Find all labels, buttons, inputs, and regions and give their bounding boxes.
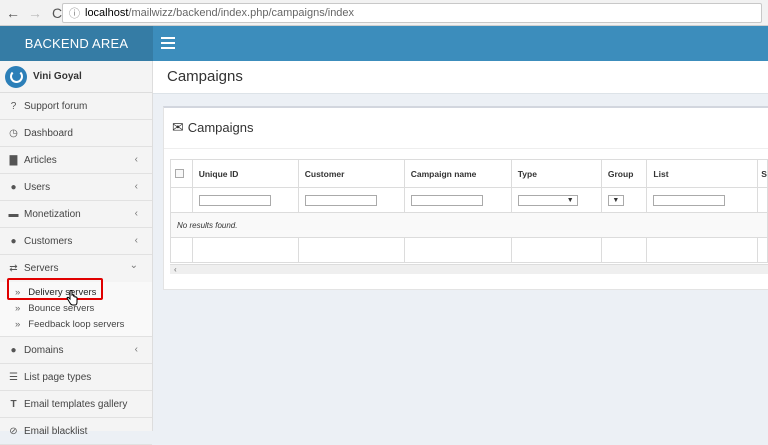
sidebar-item-label: Dashboard (24, 127, 73, 139)
sidebar-subitem-feedback-loop-servers[interactable]: » Feedback loop servers (0, 316, 152, 332)
chevron-down-icon: ⌄ (129, 260, 138, 271)
avatar (5, 65, 27, 88)
sidebar-item-label: Servers (24, 263, 59, 274)
sidebar-item-label: Articles (24, 154, 57, 166)
info-icon[interactable]: ⓘ (69, 5, 80, 21)
column-header-campaign-name[interactable]: Campaign name (403, 159, 512, 188)
url-path: /mailwizz/backend/index.php/campaigns/in… (128, 7, 355, 19)
divider (164, 148, 768, 149)
credit-card-icon: ▬ (8, 208, 19, 220)
annotation-highlight-box (7, 278, 103, 300)
group-filter-select[interactable]: ▼ (607, 194, 624, 206)
sidebar-item-email-blacklist[interactable]: ⊘ Email blacklist (0, 418, 152, 445)
address-bar[interactable]: ⓘ localhost/mailwizz/backend/index.php/c… (62, 3, 762, 23)
sidebar-item-monetization[interactable]: ▬ Monetization ‹ (0, 201, 152, 228)
sidebar-item-list-page-types[interactable]: ☰ List page types (0, 364, 152, 391)
sidebar-item-label: Domains (24, 344, 64, 356)
dashboard-icon: ◷ (9, 127, 18, 139)
ban-icon: ⊘ (9, 425, 18, 437)
sidebar-item-support-forum[interactable]: ? Support forum (0, 93, 152, 120)
chevron-left-icon: ‹ (134, 344, 138, 355)
user-icon: ● (10, 181, 17, 193)
question-circle-icon: ? (10, 100, 17, 112)
dropdown-arrow-icon: ▼ (612, 196, 620, 204)
sidebar-item-label: Customers (24, 235, 73, 247)
forward-arrow-icon[interactable]: → (26, 4, 44, 22)
box-title-text: Campaigns (187, 120, 254, 135)
chevron-left-icon: ‹ (134, 181, 138, 192)
dropdown-arrow-icon: ▼ (566, 196, 574, 204)
sidebar-subitem-label: Feedback loop servers (28, 318, 125, 330)
empty-message: No results found. (170, 212, 768, 238)
column-header-group[interactable]: Group (600, 159, 648, 188)
column-header-customer[interactable]: Customer (297, 159, 405, 188)
globe-icon: ● (10, 344, 17, 356)
sidebar-item-label: Support forum (24, 100, 88, 112)
sidebar-item-articles[interactable]: ▇ Articles ‹ (0, 147, 152, 174)
sidebar-item-label: Monetization (24, 208, 81, 220)
chevron-left-icon: ‹ (134, 208, 138, 219)
double-chevron-right-icon: » (15, 318, 21, 330)
column-header-list[interactable]: List (646, 159, 759, 188)
sidebar-item-domains[interactable]: ● Domains ‹ (0, 337, 152, 364)
box-title: ✉ Campaigns (172, 119, 254, 136)
unique-id-filter-input[interactable] (198, 194, 271, 206)
sidebar-item-label: Users (24, 181, 51, 193)
column-header-type[interactable]: Type (510, 159, 602, 188)
campaign-name-filter-input[interactable] (410, 194, 483, 206)
user-icon: ● (10, 235, 17, 247)
sidebar-item-customers[interactable]: ● Customers ‹ (0, 228, 152, 255)
type-filter-select[interactable]: ▼ (517, 194, 578, 206)
sidebar-item-email-templates-gallery[interactable]: T Email templates gallery (0, 391, 152, 418)
user-name: Vini Goyal (33, 71, 82, 82)
sidebar: Vini Goyal ? Support forum ◷ Dashboard ▇… (0, 61, 153, 445)
envelope-icon: ✉ (172, 119, 184, 135)
sidebar-subitem-label: Bounce servers (28, 302, 95, 314)
app-logo[interactable]: BACKEND AREA (0, 26, 153, 61)
list-filter-input[interactable] (653, 194, 726, 206)
browser-toolbar: ← → C ⓘ localhost/mailwizz/backend/index… (0, 0, 768, 26)
hand-cursor-icon (66, 290, 78, 306)
top-navbar (153, 26, 768, 61)
sidebar-item-label: Email blacklist (24, 425, 88, 437)
scroll-left-icon[interactable]: ‹ (174, 265, 177, 274)
book-icon: ▇ (9, 154, 18, 166)
back-arrow-icon[interactable]: ← (4, 4, 22, 22)
chevron-left-icon: ‹ (134, 235, 138, 246)
chevron-left-icon: ‹ (134, 154, 138, 165)
double-chevron-right-icon: » (15, 302, 21, 314)
column-header-status[interactable]: S (757, 159, 768, 188)
sidebar-item-users[interactable]: ● Users ‹ (0, 174, 152, 201)
page-title: Campaigns (167, 68, 243, 85)
list-icon: ☰ (9, 371, 18, 383)
user-panel[interactable]: Vini Goyal (0, 61, 152, 93)
table-row: No results found. (170, 212, 768, 238)
text-icon: T (10, 398, 17, 410)
menu-toggle-icon[interactable] (161, 37, 175, 49)
horizontal-scrollbar[interactable]: ‹ (170, 264, 768, 274)
sidebar-item-label: Email templates gallery (24, 398, 128, 410)
select-all-checkbox[interactable] (175, 169, 184, 178)
campaigns-table: Unique ID Customer Campaign name Type Gr… (170, 159, 768, 263)
transfer-icon: ⇄ (9, 263, 18, 274)
column-header-unique-id[interactable]: Unique ID (191, 159, 299, 188)
sidebar-item-label: List page types (24, 371, 92, 383)
table-row (170, 237, 768, 263)
filter-row: ▼ ▼ (170, 187, 768, 213)
sidebar-item-dashboard[interactable]: ◷ Dashboard (0, 120, 152, 147)
content-header: Campaigns (153, 61, 768, 94)
table-header-row: Unique ID Customer Campaign name Type Gr… (170, 159, 768, 188)
campaigns-box: ✉ Campaigns Unique ID Customer Campaign … (163, 106, 768, 290)
url-host: localhost (85, 7, 129, 19)
customer-filter-input[interactable] (304, 194, 377, 206)
